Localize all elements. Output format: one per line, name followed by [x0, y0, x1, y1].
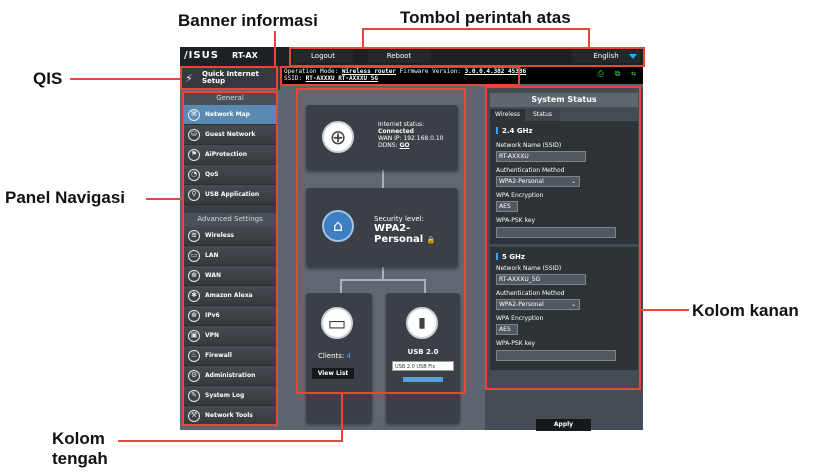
highlight-top-buttons [289, 47, 645, 67]
highlight-center [296, 88, 466, 394]
callout-line [274, 31, 276, 67]
callout-center-col-1: Kolom [52, 429, 105, 448]
callout-center-col-2: tengah [52, 449, 108, 468]
status-icons[interactable]: ⎙ ⧉ ⇆ [597, 70, 639, 78]
callout-banner: Banner informasi [178, 11, 318, 30]
callout-line [146, 198, 182, 200]
callout-line [341, 394, 343, 442]
callout-line [118, 440, 343, 442]
callout-line [588, 28, 590, 48]
callout-right-col: Kolom kanan [692, 301, 799, 320]
highlight-qis [180, 66, 278, 90]
callout-top-buttons: Tombol perintah atas [400, 8, 571, 27]
callout-line [362, 28, 364, 48]
highlight-right [485, 86, 641, 390]
callout-line [70, 78, 180, 80]
callout-line [362, 28, 590, 30]
apply-button[interactable]: Apply [536, 419, 591, 431]
asus-logo: /ISUS [184, 50, 219, 61]
callout-line [641, 309, 689, 311]
callout-nav-panel: Panel Navigasi [5, 188, 126, 207]
highlight-nav [182, 91, 278, 426]
callout-qis: QIS [33, 69, 63, 88]
highlight-banner [280, 66, 520, 86]
model-name: RT-AX [232, 51, 258, 60]
